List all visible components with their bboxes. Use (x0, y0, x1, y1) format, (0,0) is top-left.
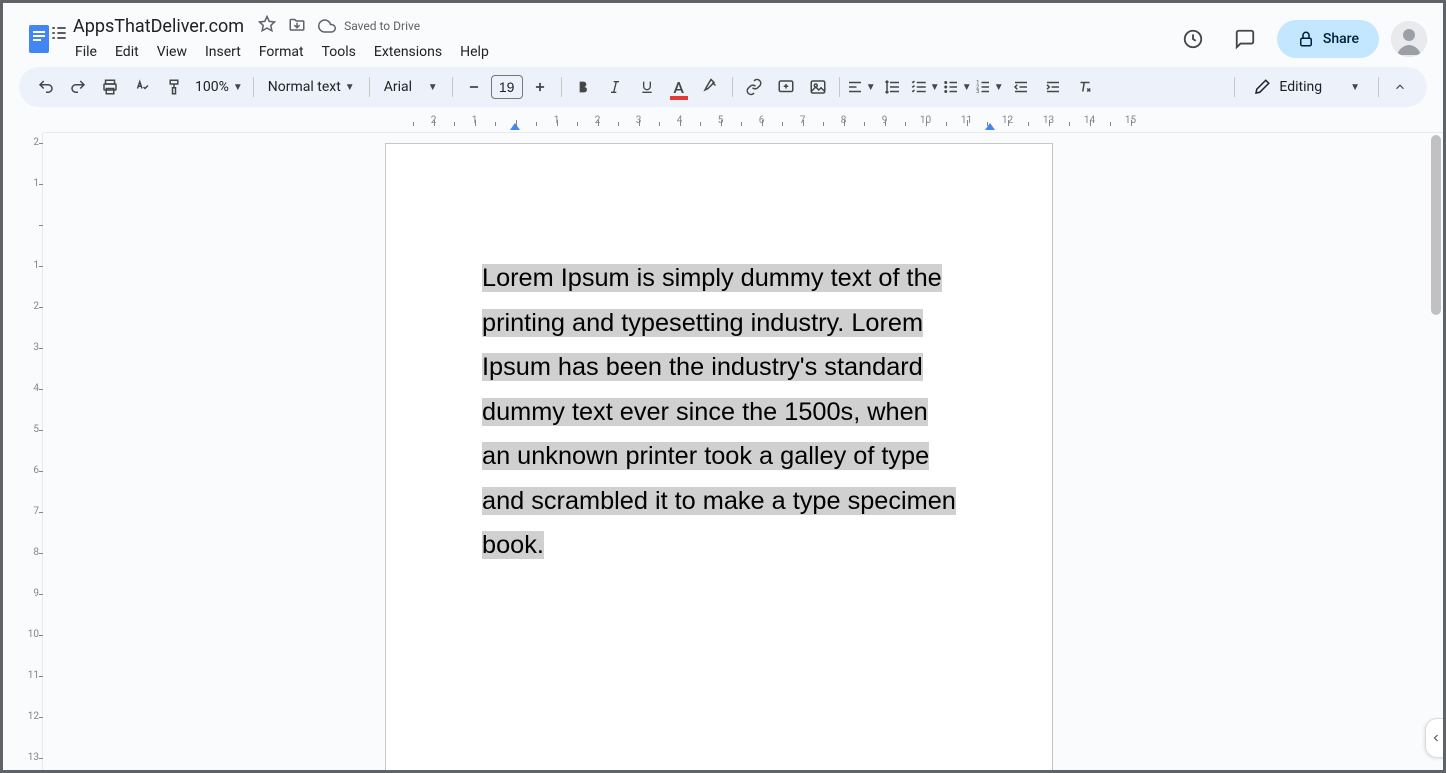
italic-button[interactable] (600, 72, 630, 102)
share-button[interactable]: Share (1277, 20, 1379, 58)
menu-format[interactable]: Format (251, 40, 312, 64)
menu-extensions[interactable]: Extensions (366, 40, 450, 64)
share-label: Share (1323, 31, 1359, 47)
editing-mode-dropdown[interactable]: Editing ▼ (1241, 78, 1372, 96)
menu-tools[interactable]: Tools (314, 40, 364, 64)
menu-help[interactable]: Help (452, 40, 497, 64)
scrollbar-thumb[interactable] (1431, 135, 1441, 315)
decrease-indent-button[interactable] (1006, 72, 1036, 102)
bold-button[interactable] (568, 72, 598, 102)
increase-fontsize-button[interactable] (525, 72, 555, 102)
add-comment-button[interactable] (771, 72, 801, 102)
align-button[interactable]: ▼ (846, 72, 876, 102)
link-button[interactable] (739, 72, 769, 102)
side-panel-toggle[interactable] (1425, 718, 1443, 758)
document-scroll-area[interactable]: Lorem Ipsum is simply dummy text of the … (43, 133, 1443, 770)
left-margin-indicator[interactable] (510, 123, 520, 130)
underline-button[interactable] (632, 72, 662, 102)
clear-formatting-button[interactable] (1070, 72, 1100, 102)
comments-icon[interactable] (1225, 19, 1265, 59)
move-icon[interactable] (288, 15, 306, 37)
text-color-button[interactable]: A (664, 72, 694, 102)
document-page[interactable]: Lorem Ipsum is simply dummy text of the … (385, 143, 1053, 770)
header: AppsThatDeliver.com Saved to Drive File … (3, 3, 1443, 67)
toolbar: 100%▼ Normal text▼ Arial▼ A ▼ ▼ (19, 67, 1427, 107)
svg-text:3: 3 (976, 89, 979, 95)
saved-status-text: Saved to Drive (344, 19, 420, 33)
selected-body-text[interactable]: Lorem Ipsum is simply dummy text of the … (482, 264, 956, 559)
zoom-dropdown[interactable]: 100%▼ (191, 79, 247, 95)
document-title[interactable]: AppsThatDeliver.com (67, 14, 250, 39)
user-avatar[interactable] (1391, 21, 1427, 57)
font-dropdown[interactable]: Arial▼ (376, 79, 446, 95)
bullet-list-button[interactable]: ▼ (942, 72, 972, 102)
checklist-button[interactable]: ▼ (910, 72, 940, 102)
right-margin-indicator[interactable] (985, 123, 995, 130)
menu-bar: File Edit View Insert Format Tools Exten… (67, 40, 1173, 64)
decrease-fontsize-button[interactable] (459, 72, 489, 102)
menu-insert[interactable]: Insert (197, 40, 249, 64)
undo-button[interactable] (31, 72, 61, 102)
numbered-list-button[interactable]: 123▼ (974, 72, 1004, 102)
menu-view[interactable]: View (149, 40, 195, 64)
paragraph-style-dropdown[interactable]: Normal text▼ (260, 79, 363, 95)
increase-indent-button[interactable] (1038, 72, 1068, 102)
history-icon[interactable] (1173, 19, 1213, 59)
paint-format-button[interactable] (159, 72, 189, 102)
print-button[interactable] (95, 72, 125, 102)
highlight-button[interactable] (696, 72, 726, 102)
cloud-saved-icon[interactable]: Saved to Drive (318, 17, 420, 35)
collapse-toolbar-button[interactable] (1385, 72, 1415, 102)
spellcheck-button[interactable] (127, 72, 157, 102)
fontsize-input[interactable] (491, 75, 523, 99)
insert-image-button[interactable] (803, 72, 833, 102)
vertical-ruler[interactable]: 211234567891011121314 (3, 133, 43, 770)
redo-button[interactable] (63, 72, 93, 102)
line-spacing-button[interactable] (878, 72, 908, 102)
menu-edit[interactable]: Edit (107, 40, 147, 64)
horizontal-ruler[interactable]: 21123456789101112131415 (43, 115, 1443, 133)
star-icon[interactable] (258, 15, 276, 37)
